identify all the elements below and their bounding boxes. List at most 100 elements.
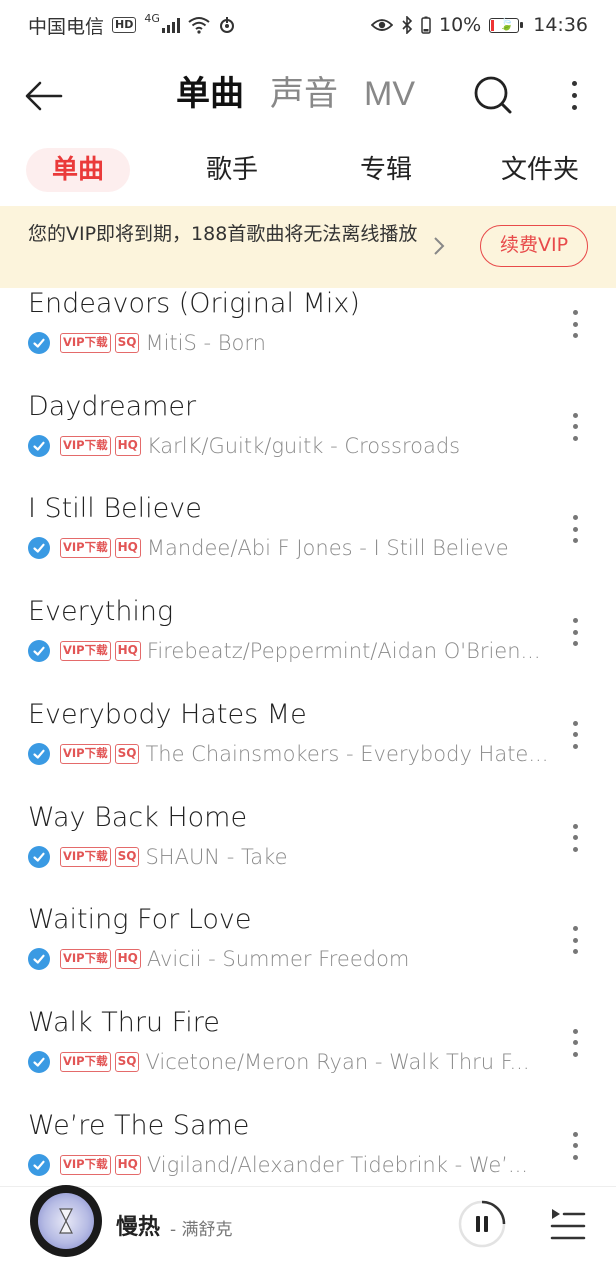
song-artist-album: MitiS - Born [145, 331, 266, 355]
song-more-icon[interactable] [566, 409, 584, 445]
song-meta: VIP下载 SQ Vicetone/Meron Ryan - Walk Thru F… [28, 1047, 558, 1077]
back-button[interactable] [22, 74, 66, 118]
song-meta: VIP下载 HQ Avicii - Summer Freedom [28, 944, 558, 974]
song-more-icon[interactable] [566, 1025, 584, 1061]
song-row[interactable]: Endeavors (Original Mix) VIP下载 SQ MitiS - B… [0, 284, 616, 387]
song-meta: VIP下载 HQ Firebeatz/Peppermint/Aidan O'Brie… [28, 636, 558, 666]
playlist-button[interactable] [548, 1205, 586, 1243]
song-meta: VIP下载 HQ Vigiland/Alexander Tidebrink - We… [28, 1150, 558, 1180]
song-row[interactable]: Way Back Home VIP下载 SQ SHAUN - Take [0, 798, 616, 901]
song-more-icon[interactable] [566, 717, 584, 753]
song-more-icon[interactable] [566, 614, 584, 650]
downloaded-check-icon [28, 434, 50, 457]
battery-icon: 🍃 [489, 17, 524, 33]
tab-mv[interactable]: MV [364, 70, 415, 118]
search-button[interactable] [470, 72, 516, 118]
album-art [38, 1193, 94, 1249]
subtab-singles[interactable]: 单曲 [26, 148, 130, 192]
hd-badge: HD [112, 17, 137, 33]
pause-icon [458, 1200, 506, 1248]
quality-tag: HQ [114, 641, 141, 662]
vip-download-tag: VIP下载 [60, 641, 111, 662]
signal-icon [161, 17, 180, 33]
song-artist-album: Vigiland/Alexander Tidebrink - We’... [146, 1152, 528, 1177]
battery-percent: 10% [439, 14, 482, 36]
quality-tag: SQ [114, 846, 140, 867]
wifi-icon [188, 17, 210, 34]
play-pause-button[interactable] [458, 1200, 506, 1248]
top-nav: 单曲 声音 MV [0, 60, 616, 130]
main-tabs: 单曲 声音 MV [171, 70, 415, 118]
song-row[interactable]: I Still Believe VIP下载 HQ Mandee/Abi F Jones… [0, 489, 616, 592]
downloaded-check-icon [28, 640, 50, 663]
song-meta: VIP下载 SQ SHAUN - Take [28, 842, 558, 872]
song-row[interactable]: Everybody Hates Me VIP下载 SQ The Chainsmoker… [0, 695, 616, 798]
tab-singles-label: 单曲 [176, 74, 244, 114]
song-list: Endeavors (Original Mix) VIP下载 SQ MitiS - B… [0, 284, 616, 1186]
status-right: 10% 🍃 14:36 [371, 14, 588, 36]
song-artist-album: Firebeatz/Peppermint/Aidan O'Brien... [146, 639, 541, 664]
song-more-icon[interactable] [566, 922, 584, 958]
tab-mv-label: MV [364, 75, 415, 113]
song-artist-album: SHAUN - Take [145, 844, 288, 869]
tab-singles[interactable]: 单曲 [171, 70, 249, 118]
album-disc[interactable] [30, 1185, 102, 1257]
phone-battery-icon [421, 16, 431, 34]
song-row[interactable]: Waiting For Love VIP下载 HQ Avicii - Summer F… [0, 900, 616, 1003]
status-bar: 中国电信 HD 4G 10% 🍃 14:36 [0, 0, 616, 50]
subtab-artists[interactable]: 歌手 [180, 148, 284, 192]
song-row[interactable]: Everything VIP下载 HQ Firebeatz/Peppermint/Ai… [0, 592, 616, 695]
vip-download-tag: VIP下载 [60, 949, 111, 970]
song-title: Waiting For Love [28, 904, 252, 936]
song-row[interactable]: Walk Thru Fire VIP下载 SQ Vicetone/Meron Ryan… [0, 1003, 616, 1106]
song-title: Way Back Home [28, 801, 248, 833]
quality-tag: SQ [114, 743, 140, 764]
vip-download-tag: VIP下载 [60, 538, 111, 559]
sub-tabs: 单曲 歌手 专辑 文件夹 [0, 148, 616, 196]
quality-tag: HQ [114, 949, 141, 970]
song-title: Everything [28, 596, 174, 628]
song-artist-album: Mandee/Abi F Jones - I Still Believe [146, 536, 509, 561]
renew-vip-button[interactable]: 续费VIP [480, 225, 588, 267]
quality-tag: HQ [114, 435, 141, 456]
chevron-right-icon [434, 237, 445, 255]
subtab-folders[interactable]: 文件夹 [488, 148, 592, 192]
network-type: 4G [144, 11, 160, 25]
downloaded-check-icon [28, 537, 50, 560]
song-meta: VIP下载 SQ The Chainsmokers - Everybody Hate… [28, 739, 558, 769]
song-title: Daydreamer [28, 390, 197, 422]
vip-download-tag: VIP下载 [60, 846, 111, 867]
song-row[interactable]: Daydreamer VIP下载 HQ KarlK/Guitk/guitk - Cro… [0, 387, 616, 490]
vip-expiry-banner[interactable]: 您的VIP即将到期，188首歌曲将无法离线播放 续费VIP [0, 206, 616, 288]
song-row[interactable]: We’re The Same VIP下载 HQ Vigiland/Alexander … [0, 1106, 616, 1186]
vip-download-tag: VIP下载 [60, 1154, 111, 1175]
vip-download-tag: VIP下载 [60, 333, 111, 353]
song-title: Endeavors (Original Mix) [28, 288, 360, 319]
downloaded-check-icon [28, 1153, 50, 1176]
downloaded-check-icon [28, 742, 50, 765]
quality-tag: HQ [114, 1154, 141, 1175]
quality-tag: SQ [114, 1051, 140, 1072]
song-meta: VIP下载 HQ KarlK/Guitk/guitk - Crossroads [28, 431, 558, 461]
vip-expiry-message: 您的VIP即将到期，188首歌曲将无法离线播放 [28, 223, 418, 245]
tab-audio[interactable]: 声音 [270, 70, 338, 118]
downloaded-check-icon [28, 845, 50, 868]
mini-player[interactable]: 慢热 - 满舒克 [0, 1185, 616, 1280]
song-artist-album: Vicetone/Meron Ryan - Walk Thru F... [145, 1049, 530, 1074]
downloaded-check-icon [28, 1050, 50, 1073]
subtab-albums[interactable]: 专辑 [334, 148, 438, 192]
arrow-left-icon [25, 81, 63, 111]
carrier-label: 中国电信 [28, 15, 105, 38]
song-title: We’re The Same [28, 1109, 250, 1141]
bluetooth-icon [402, 16, 413, 34]
song-more-icon[interactable] [566, 1128, 584, 1164]
song-meta: VIP下载 SQ MitiS - Born [28, 328, 558, 358]
tab-audio-label: 声音 [270, 74, 338, 114]
song-more-icon[interactable] [566, 820, 584, 856]
song-more-icon[interactable] [566, 511, 584, 547]
song-more-icon[interactable] [566, 306, 584, 342]
more-vertical-icon[interactable] [560, 72, 588, 118]
status-left: 中国电信 HD 4G [28, 12, 236, 39]
song-title: Walk Thru Fire [28, 1006, 220, 1038]
downloaded-check-icon [28, 332, 50, 354]
